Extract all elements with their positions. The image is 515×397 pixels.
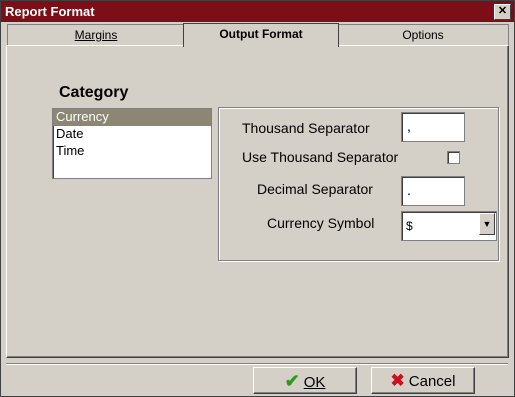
- tab-margins-label: Margins: [74, 28, 118, 42]
- list-item-date[interactable]: Date: [53, 126, 211, 143]
- tab-margins[interactable]: Margins: [7, 24, 185, 46]
- use-thousand-separator-label: Use Thousand Separator: [242, 149, 399, 165]
- currency-symbol-select[interactable]: $ ▼: [401, 211, 497, 241]
- decimal-separator-label: Decimal Separator: [257, 181, 373, 197]
- list-item-time[interactable]: Time: [53, 143, 211, 160]
- chevron-down-icon: ▼: [482, 219, 492, 229]
- category-listbox[interactable]: Currency Date Time: [52, 108, 212, 179]
- currency-symbol-label: Currency Symbol: [267, 215, 375, 231]
- cancel-button[interactable]: ✖ Cancel: [371, 367, 475, 394]
- tab-output-format[interactable]: Output Format: [183, 23, 339, 47]
- x-icon: ✖: [390, 371, 405, 390]
- thousand-separator-label: Thousand Separator: [242, 120, 370, 136]
- report-format-dialog: Report Format ✕ Margins Options Output F…: [0, 0, 515, 397]
- title-bar[interactable]: Report Format ✕: [1, 1, 514, 22]
- ok-button[interactable]: ✔ OK: [253, 367, 357, 394]
- currency-symbol-value: $: [406, 219, 413, 233]
- decimal-separator-input[interactable]: .: [401, 176, 465, 206]
- dropdown-arrow-button[interactable]: ▼: [479, 213, 495, 235]
- category-label: Category: [59, 84, 129, 101]
- use-thousand-separator-checkbox[interactable]: [447, 151, 460, 164]
- tab-output-format-label: Output Format: [219, 27, 303, 41]
- checkmark-icon: ✔: [284, 371, 300, 391]
- tab-options[interactable]: Options: [337, 24, 509, 46]
- cancel-button-label: Cancel: [408, 373, 456, 390]
- tab-options-label: Options: [402, 28, 444, 42]
- footer-divider: [6, 363, 508, 365]
- ok-button-label: OK: [303, 374, 326, 391]
- thousand-separator-input[interactable]: ,: [401, 112, 465, 142]
- window-title: Report Format: [5, 4, 95, 19]
- close-icon: ✕: [497, 5, 508, 17]
- close-button[interactable]: ✕: [494, 4, 511, 20]
- list-item-currency[interactable]: Currency: [53, 109, 211, 126]
